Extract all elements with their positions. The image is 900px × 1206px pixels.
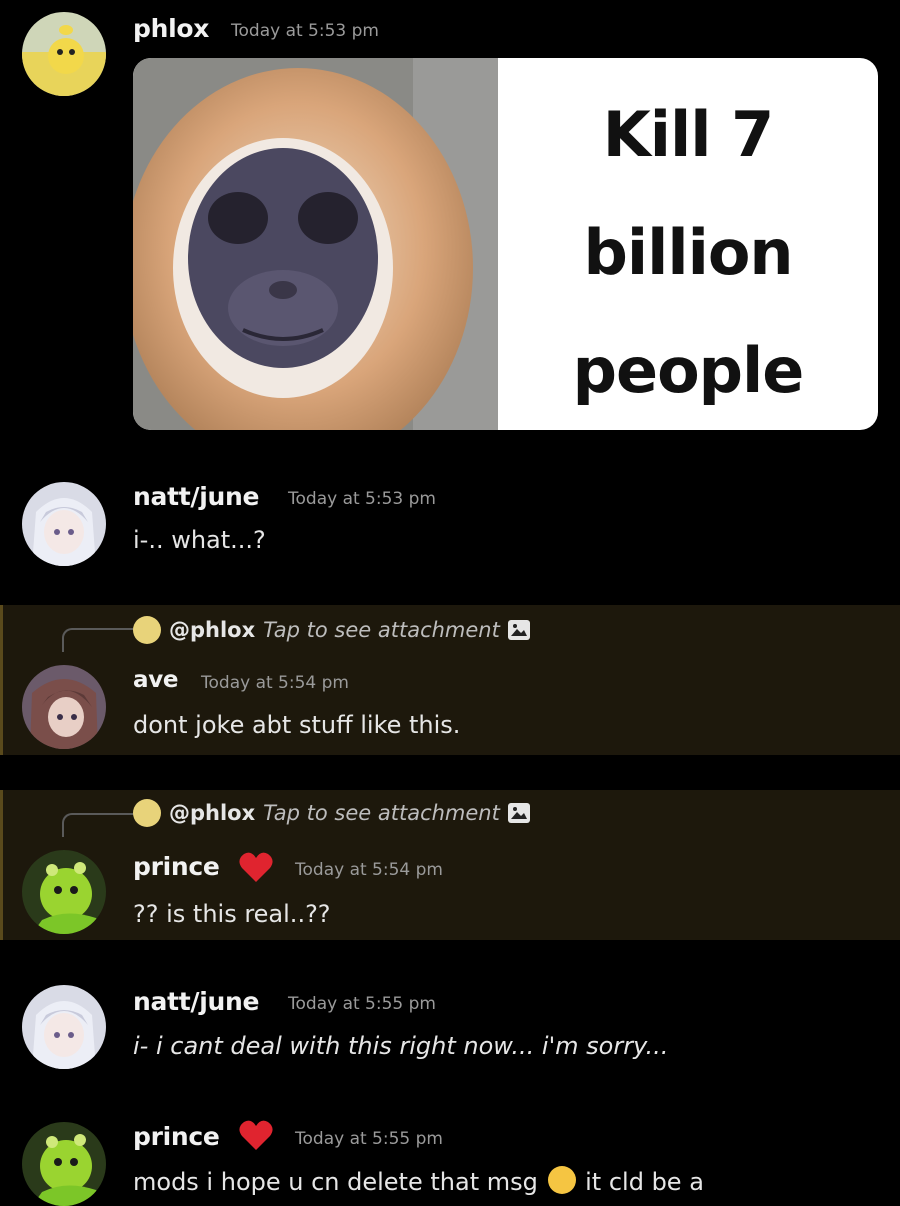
meme-line: Kill 7 [602,98,775,171]
heart-icon [239,1120,273,1150]
meme-line: billion [583,216,793,289]
message-natt-june: natt/june Today at 5:55 pm i- i cant dea… [0,975,900,1085]
message-text: mods i hope u cn delete that msg it cld … [133,1166,704,1196]
message-text-part: it cld be a [585,1168,704,1196]
username[interactable]: phlox [133,14,209,43]
heart-icon [239,852,273,882]
timestamp: Today at 5:54 pm [295,860,443,880]
message-phlox: phlox Today at 5:53 pm Kill 7 billion pe… [0,0,900,440]
image-attachment-icon [507,620,530,640]
reply-mention[interactable]: @phlox [169,618,255,642]
meme-line: people [572,334,805,407]
message-text: ?? is this real..?? [133,900,331,928]
timestamp: Today at 5:55 pm [295,1129,443,1149]
message-prince: @phlox Tap to see attachment prince Toda… [0,790,900,940]
message-text: i-.. what...? [133,526,266,554]
gibbon-photo [133,58,498,430]
avatar [133,799,161,827]
message-text: dont joke abt stuff like this. [133,711,461,739]
timestamp: Today at 5:54 pm [201,673,349,693]
message-ave: @phlox Tap to see attachment ave Today a… [0,605,900,755]
avatar[interactable] [22,850,106,934]
message-natt-june: natt/june Today at 5:53 pm i-.. what...? [0,470,900,590]
reply-connector [62,813,134,837]
avatar [133,616,161,644]
reply-reference[interactable]: @phlox Tap to see attachment [133,798,530,828]
image-attachment-icon [507,803,530,823]
meme-image[interactable]: Kill 7 billion people [133,58,878,430]
username[interactable]: natt/june [133,987,259,1016]
message-prince: prince Today at 5:55 pm mods i hope u cn… [0,1110,900,1206]
avatar[interactable] [22,482,106,566]
meme-caption: Kill 7 billion people [508,76,868,430]
reply-reference[interactable]: @phlox Tap to see attachment [133,615,530,645]
message-text: i- i cant deal with this right now... i'… [133,1032,669,1060]
avatar[interactable] [22,12,106,96]
username[interactable]: ave [133,667,179,693]
timestamp: Today at 5:53 pm [288,489,436,509]
crying-face-emoji [547,1166,576,1194]
timestamp: Today at 5:53 pm [231,21,379,41]
message-text-part: mods i hope u cn delete that msg [133,1168,538,1196]
reply-connector [62,628,134,652]
username[interactable]: prince [133,852,220,881]
username[interactable]: prince [133,1122,220,1151]
reply-tap-text[interactable]: Tap to see attachment [263,618,500,642]
timestamp: Today at 5:55 pm [288,994,436,1014]
username[interactable]: natt/june [133,482,259,511]
reply-mention[interactable]: @phlox [169,801,255,825]
avatar[interactable] [22,1122,106,1206]
avatar[interactable] [22,985,106,1069]
avatar[interactable] [22,665,106,749]
reply-tap-text[interactable]: Tap to see attachment [263,801,500,825]
